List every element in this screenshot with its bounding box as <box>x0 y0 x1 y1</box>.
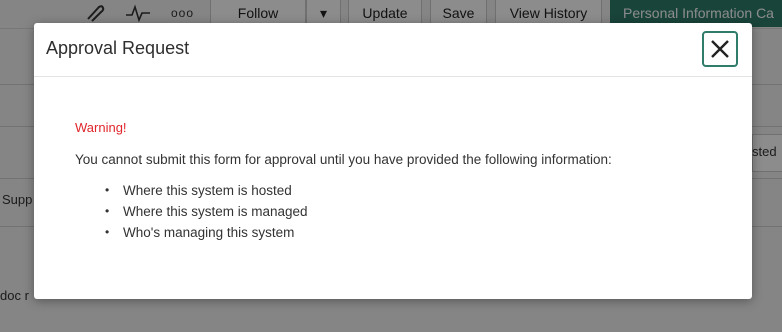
list-item: • Where this system is managed <box>75 201 308 222</box>
requirements-list: • Where this system is hosted • Where th… <box>75 180 308 243</box>
bullet-icon: • <box>105 204 110 218</box>
bullet-icon: • <box>105 225 110 239</box>
list-item: • Where this system is hosted <box>75 180 308 201</box>
approval-request-dialog: Approval Request Warning! You cannot sub… <box>34 23 752 299</box>
list-item-text: Where this system is hosted <box>123 183 292 198</box>
dialog-title: Approval Request <box>46 38 190 58</box>
close-button[interactable] <box>702 31 738 67</box>
list-item-text: Where this system is managed <box>123 204 308 219</box>
warning-message: You cannot submit this form for approval… <box>75 152 612 167</box>
close-icon <box>711 40 729 58</box>
warning-label: Warning! <box>75 120 127 135</box>
dialog-header: Approval Request <box>34 23 752 77</box>
list-item-text: Who's managing this system <box>123 225 295 240</box>
list-item: • Who's managing this system <box>75 222 308 243</box>
bullet-icon: • <box>105 183 110 197</box>
